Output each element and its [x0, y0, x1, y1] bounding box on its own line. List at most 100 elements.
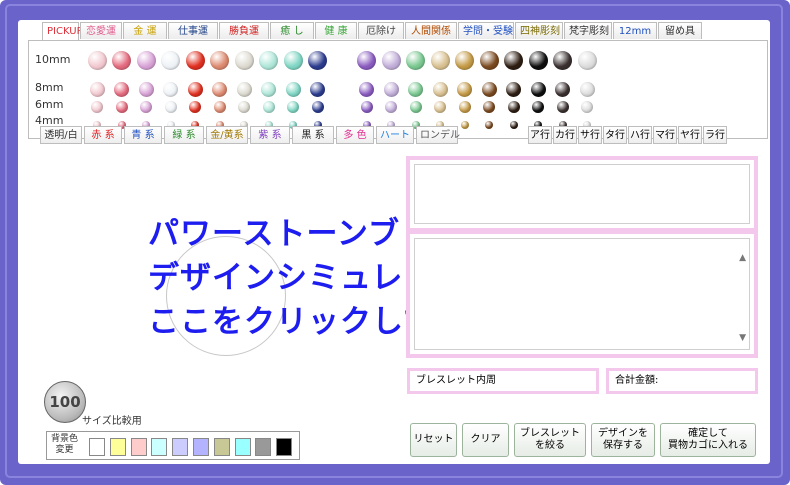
background-swatch-5[interactable] — [193, 438, 209, 456]
kana-filter-3[interactable]: タ行 — [603, 126, 627, 144]
bead-2-6[interactable] — [238, 100, 250, 113]
bead-0-7[interactable] — [259, 51, 278, 70]
clear-button[interactable]: クリア — [462, 423, 509, 457]
kana-filter-0[interactable]: ア行 — [528, 126, 552, 144]
bead-1-19[interactable] — [555, 82, 570, 97]
bead-2-3[interactable] — [164, 100, 177, 113]
bead-2-17[interactable] — [507, 100, 520, 113]
bead-3-15[interactable] — [460, 120, 469, 129]
tab-7[interactable]: 厄除け — [358, 22, 404, 39]
bead-3-16[interactable] — [485, 120, 493, 129]
filter-7[interactable]: 多 色 — [336, 126, 374, 144]
bead-0-5[interactable] — [210, 51, 229, 70]
kana-filter-6[interactable]: ヤ行 — [678, 126, 702, 144]
save-design-button[interactable]: デザインを 保存する — [591, 423, 655, 457]
bead-2-1[interactable] — [115, 100, 128, 113]
bead-0-12[interactable] — [381, 51, 401, 70]
bead-1-3[interactable] — [163, 82, 178, 97]
bead-2-16[interactable] — [483, 100, 495, 113]
tab-4[interactable]: 勝負運 — [219, 22, 269, 39]
bead-1-16[interactable] — [481, 82, 497, 97]
bead-1-13[interactable] — [408, 82, 423, 97]
bead-0-3[interactable] — [161, 51, 180, 70]
background-swatch-7[interactable] — [234, 438, 251, 456]
bead-3-17[interactable] — [509, 120, 518, 129]
bead-0-18[interactable] — [528, 51, 548, 70]
bead-1-17[interactable] — [506, 82, 521, 97]
filter-5[interactable]: 紫 系 — [250, 126, 290, 144]
background-swatch-0[interactable] — [89, 438, 105, 456]
bead-1-18[interactable] — [530, 82, 546, 97]
tab-6[interactable]: 健 康 — [315, 22, 357, 39]
bead-1-15[interactable] — [457, 82, 472, 97]
bead-0-11[interactable] — [357, 51, 376, 70]
bead-1-1[interactable] — [114, 82, 129, 97]
kana-filter-7[interactable]: ラ行 — [703, 126, 727, 144]
bead-0-17[interactable] — [504, 51, 523, 70]
bead-1-6[interactable] — [236, 82, 252, 97]
background-swatch-4[interactable] — [172, 438, 189, 456]
tab-0[interactable]: PICKUP — [42, 22, 83, 40]
bead-details-field[interactable]: ▲ ▼ — [414, 238, 750, 350]
bead-1-9[interactable] — [310, 82, 325, 97]
bead-2-15[interactable] — [458, 100, 471, 113]
bead-2-14[interactable] — [434, 100, 446, 113]
bead-1-5[interactable] — [212, 82, 227, 97]
bead-0-6[interactable] — [234, 51, 254, 70]
bead-0-1[interactable] — [112, 51, 131, 70]
bead-0-13[interactable] — [406, 51, 425, 70]
bead-0-19[interactable] — [553, 51, 572, 70]
scroll-down-icon[interactable]: ▼ — [739, 333, 746, 343]
filter-4[interactable]: 金/黄系 — [206, 126, 248, 144]
tab-2[interactable]: 金 運 — [123, 22, 167, 39]
bead-2-2[interactable] — [140, 100, 152, 113]
filter-8[interactable]: ハート — [376, 126, 414, 144]
tab-1[interactable]: 恋愛運 — [80, 22, 122, 39]
bead-0-14[interactable] — [430, 51, 450, 70]
bead-2-19[interactable] — [556, 100, 569, 113]
scroll-up-icon[interactable]: ▲ — [739, 253, 746, 263]
bead-2-20[interactable] — [581, 100, 593, 113]
bead-0-20[interactable] — [577, 51, 597, 70]
bead-2-18[interactable] — [532, 100, 544, 113]
add-to-cart-button[interactable]: 確定して 買物カゴに入れる — [660, 423, 756, 457]
bead-0-9[interactable] — [308, 51, 327, 70]
bead-0-15[interactable] — [455, 51, 474, 70]
tab-10[interactable]: 四神彫刻 — [515, 22, 563, 39]
filter-0[interactable]: 透明/白 — [40, 126, 82, 144]
tab-13[interactable]: 留め具 — [658, 22, 702, 39]
kana-filter-2[interactable]: サ行 — [578, 126, 602, 144]
bead-2-11[interactable] — [360, 100, 373, 113]
bead-0-4[interactable] — [185, 51, 205, 70]
bead-1-12[interactable] — [383, 82, 399, 97]
bead-1-2[interactable] — [138, 82, 154, 97]
reset-button[interactable]: リセット — [410, 423, 457, 457]
filter-2[interactable]: 青 系 — [124, 126, 162, 144]
tab-3[interactable]: 仕事運 — [168, 22, 218, 39]
bead-1-11[interactable] — [359, 82, 374, 97]
filter-3[interactable]: 緑 系 — [164, 126, 204, 144]
background-swatch-9[interactable] — [276, 438, 293, 456]
filter-1[interactable]: 赤 系 — [84, 126, 122, 144]
background-swatch-8[interactable] — [255, 438, 272, 456]
bead-2-0[interactable] — [91, 100, 103, 113]
selected-beads-field[interactable] — [414, 164, 750, 224]
background-swatch-2[interactable] — [130, 438, 147, 456]
tab-8[interactable]: 人間関係 — [405, 22, 457, 39]
bead-1-8[interactable] — [285, 82, 301, 97]
bead-0-2[interactable] — [136, 51, 156, 70]
bead-2-4[interactable] — [189, 100, 201, 113]
bead-0-8[interactable] — [283, 51, 303, 70]
background-swatch-6[interactable] — [213, 438, 230, 456]
bead-2-8[interactable] — [287, 100, 299, 113]
tighten-bracelet-button[interactable]: ブレスレット を絞る — [514, 423, 586, 457]
kana-filter-1[interactable]: カ行 — [553, 126, 577, 144]
bead-2-7[interactable] — [262, 100, 275, 113]
bead-0-0[interactable] — [87, 51, 107, 70]
kana-filter-5[interactable]: マ行 — [653, 126, 677, 144]
bead-1-7[interactable] — [261, 82, 276, 97]
tab-5[interactable]: 癒 し — [270, 22, 314, 39]
filter-6[interactable]: 黒 系 — [292, 126, 334, 144]
background-swatch-1[interactable] — [109, 438, 126, 456]
filter-9[interactable]: ロンデル — [416, 126, 460, 144]
